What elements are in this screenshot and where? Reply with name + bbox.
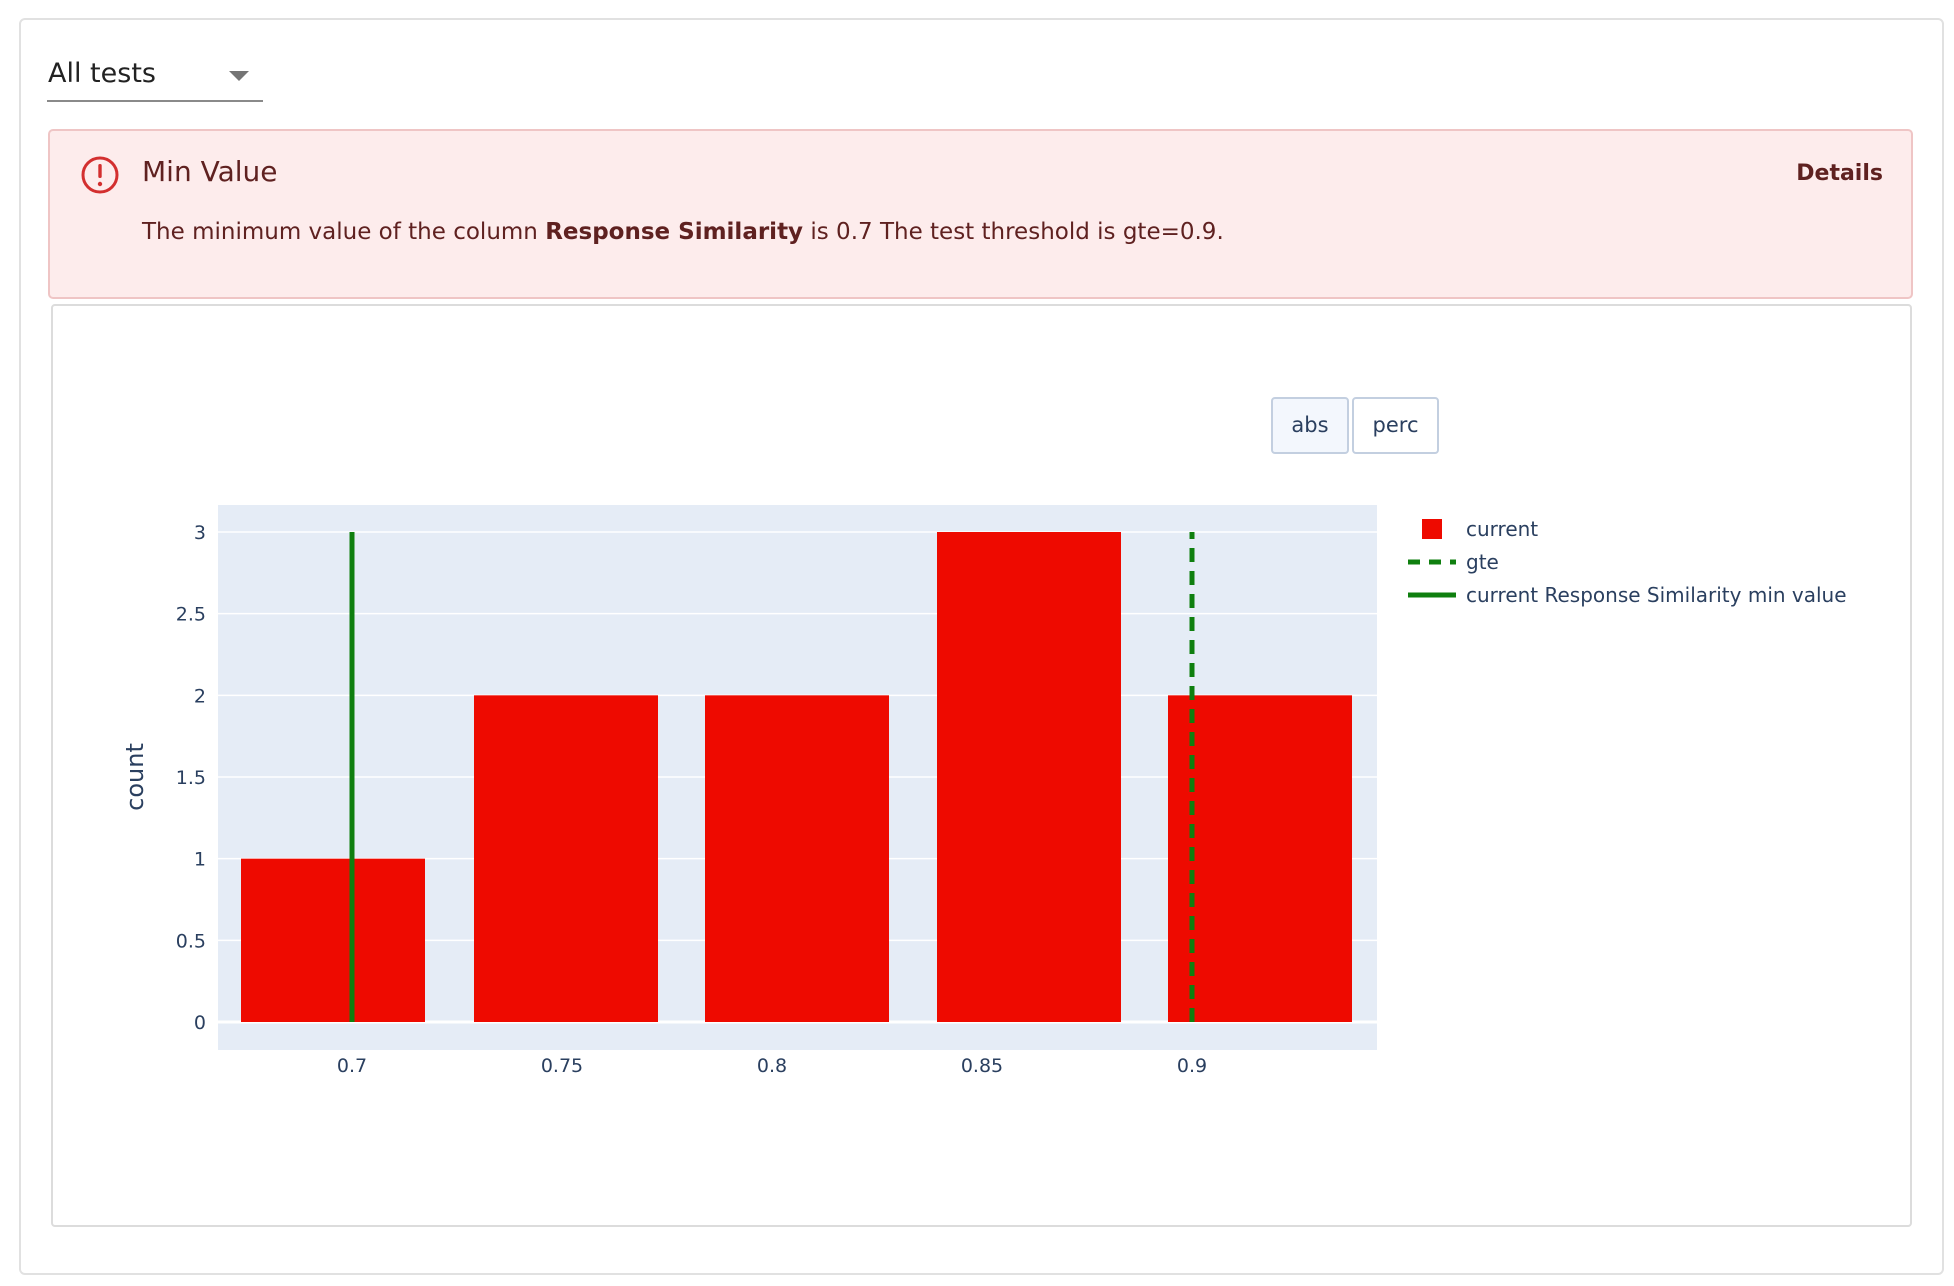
y-tick-label: 2 (194, 685, 206, 707)
bar (705, 695, 889, 1022)
legend-label: current (1466, 517, 1538, 541)
bar (937, 532, 1121, 1022)
x-tick-label: 0.75 (541, 1055, 583, 1077)
legend-item[interactable]: current (1422, 517, 1538, 541)
y-tick-label: 0 (194, 1012, 206, 1034)
histogram-chart: 0 0.5 1 1.5 2 2.5 3 0.7 0.75 0.8 0.85 0.9 count cu… (121, 505, 1847, 1077)
legend-item[interactable]: current Response Similarity min value (1408, 583, 1847, 607)
bar (474, 695, 658, 1022)
x-tick-label: 0.85 (961, 1055, 1003, 1077)
x-tick-label: 0.9 (1177, 1055, 1207, 1077)
y-axis-title: count (121, 743, 149, 811)
y-tick-label: 1 (194, 849, 206, 871)
bar (241, 858, 425, 1022)
legend-label: gte (1466, 550, 1499, 574)
x-tick-label: 0.8 (757, 1055, 787, 1077)
y-tick-label: 2.5 (176, 604, 206, 626)
bar (1168, 695, 1352, 1022)
y-tick-label: 3 (194, 522, 206, 544)
legend-label: current Response Similarity min value (1466, 583, 1847, 607)
legend-swatch (1422, 519, 1442, 539)
y-tick-labels: 0 0.5 1 1.5 2 2.5 3 (176, 522, 206, 1034)
y-tick-label: 0.5 (176, 930, 206, 952)
legend-item[interactable]: gte (1408, 550, 1499, 574)
x-tick-label: 0.7 (337, 1055, 367, 1077)
x-tick-labels: 0.7 0.75 0.8 0.85 0.9 (337, 1055, 1207, 1077)
y-tick-label: 1.5 (176, 767, 206, 789)
legend: current gte current Response Similarity mi… (1408, 517, 1847, 607)
